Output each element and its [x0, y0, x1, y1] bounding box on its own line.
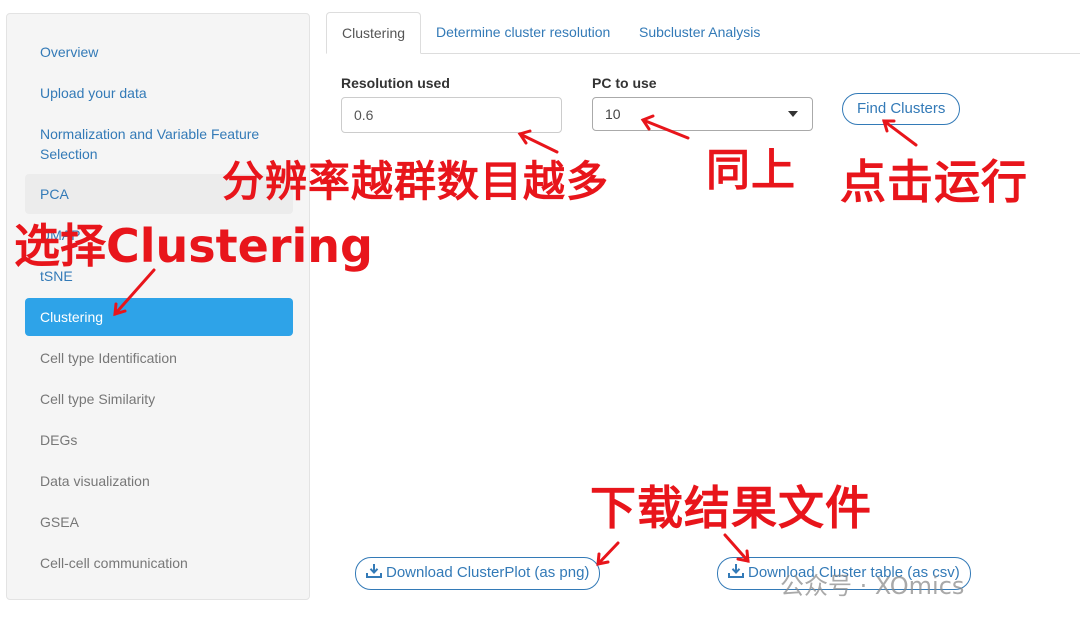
annotation-download-note: 下载结果文件 — [590, 481, 872, 535]
resolution-label: Resolution used — [341, 75, 450, 91]
annotation-run-note: 点击运行 — [840, 155, 1028, 209]
sidebar: Overview Upload your data Normalization … — [6, 13, 310, 600]
annotation-select-note: 选择Clustering — [14, 219, 373, 273]
sidebar-item-data-visualization[interactable]: Data visualization — [25, 471, 293, 491]
find-clusters-button[interactable]: Find Clusters — [842, 93, 961, 125]
sidebar-item-cell-type-similarity[interactable]: Cell type Similarity — [25, 389, 293, 409]
resolution-input[interactable] — [341, 97, 562, 133]
annotation-same-note: 同上 — [706, 145, 796, 196]
sidebar-item-cell-cell-communication[interactable]: Cell-cell communication — [25, 553, 293, 573]
sidebar-item-degs[interactable]: DEGs — [25, 430, 293, 450]
pc-select[interactable]: 10 — [592, 97, 813, 131]
sidebar-item-gsea[interactable]: GSEA — [25, 512, 293, 532]
tab-determine-cluster-resolution[interactable]: Determine cluster resolution — [421, 12, 625, 53]
download-icon — [728, 564, 744, 578]
download-clusterplot-button[interactable]: Download ClusterPlot (as png) — [355, 557, 601, 590]
tab-bar: Clustering Determine cluster resolution … — [326, 12, 1080, 54]
tab-subcluster-analysis[interactable]: Subcluster Analysis — [624, 12, 775, 53]
sidebar-item-upload-data[interactable]: Upload your data — [25, 83, 293, 103]
watermark: 公众号 · XOmics — [780, 572, 965, 600]
sidebar-item-cell-type-identification[interactable]: Cell type Identification — [25, 348, 293, 368]
pc-label: PC to use — [592, 75, 657, 91]
annotation-resolution-note: 分辨率越群数目越多 — [222, 157, 610, 206]
caret-down-icon — [788, 111, 798, 117]
download-clusterplot-label: Download ClusterPlot (as png) — [386, 564, 590, 581]
sidebar-item-overview[interactable]: Overview — [25, 42, 293, 62]
arrow-to-download-plot-icon — [596, 541, 620, 566]
pc-select-value: 10 — [605, 106, 621, 122]
download-icon — [366, 564, 382, 578]
sidebar-item-clustering[interactable]: Clustering — [25, 298, 293, 336]
tab-clustering[interactable]: Clustering — [326, 12, 422, 54]
